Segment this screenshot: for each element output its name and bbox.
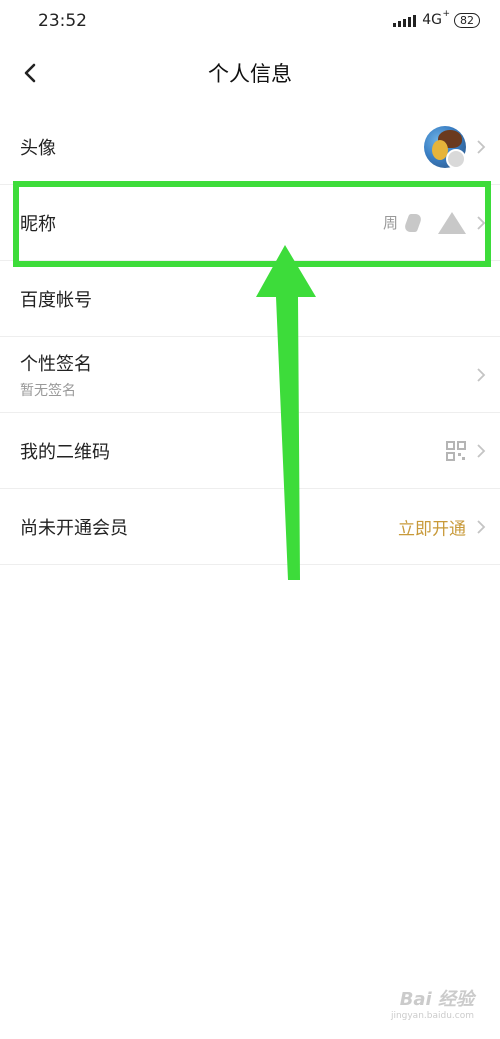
row-membership[interactable]: 尚未开通会员 立即开通: [0, 489, 500, 565]
chevron-right-icon: [477, 139, 486, 154]
chevron-right-icon: [477, 519, 486, 534]
nickname-text: 周: [382, 214, 398, 232]
chevron-right-icon: [477, 443, 486, 458]
avatar-badge-icon: [446, 148, 466, 169]
row-signature[interactable]: 个性签名 暂无签名: [0, 337, 500, 413]
membership-action-container: 立即开通: [398, 514, 466, 539]
row-sublabel: 暂无签名: [20, 382, 76, 399]
page-title: 个人信息: [208, 62, 292, 86]
watermark-main: Bai 经验: [399, 989, 474, 1010]
watermark-sub: jingyan.baidu.com: [390, 1011, 474, 1021]
row-baidu-account[interactable]: 百度帐号: [0, 261, 500, 337]
qr-code-icon: [446, 440, 466, 461]
network-type: 4G +: [422, 9, 450, 28]
row-label: 个性签名: [20, 353, 92, 375]
signal-icon: [393, 13, 417, 27]
row-qr-code[interactable]: 我的二维码: [0, 413, 500, 489]
qr-container: [446, 440, 466, 461]
network-sup: +: [442, 9, 450, 19]
activate-membership-link[interactable]: 立即开通: [398, 514, 466, 539]
status-time: 23:52: [38, 11, 87, 31]
row-label: 昵称: [20, 213, 56, 235]
battery-indicator: 82: [454, 12, 480, 28]
row-label: 头像: [20, 137, 56, 159]
chevron-right-icon: [477, 367, 486, 382]
status-bar: 23:52 4G + 82: [0, 0, 500, 44]
network-label: 4G: [422, 12, 442, 28]
status-indicators: 4G + 82: [393, 9, 480, 28]
row-avatar[interactable]: 头像: [0, 109, 500, 185]
nickname-triangle-icon: [438, 211, 466, 234]
nickname-value: 周: [382, 211, 466, 234]
row-label: 我的二维码: [20, 441, 110, 463]
watermark: Bai 经验 jingyan.baidu.com: [391, 985, 474, 1021]
row-label: 百度帐号: [20, 289, 92, 311]
nickname-leaf-icon: [402, 213, 424, 232]
row-nickname[interactable]: 昵称 周: [0, 185, 500, 261]
nav-bar: 个人信息: [0, 44, 500, 104]
row-label: 尚未开通会员: [20, 517, 128, 539]
profile-settings-list: 头像 昵称 周 百度帐号 个性签名 暂无签名 我的二维码 尚未开通会员 立即开通: [0, 109, 500, 565]
signature-text: 个性签名 暂无签名: [20, 350, 92, 400]
chevron-right-icon: [477, 215, 486, 230]
